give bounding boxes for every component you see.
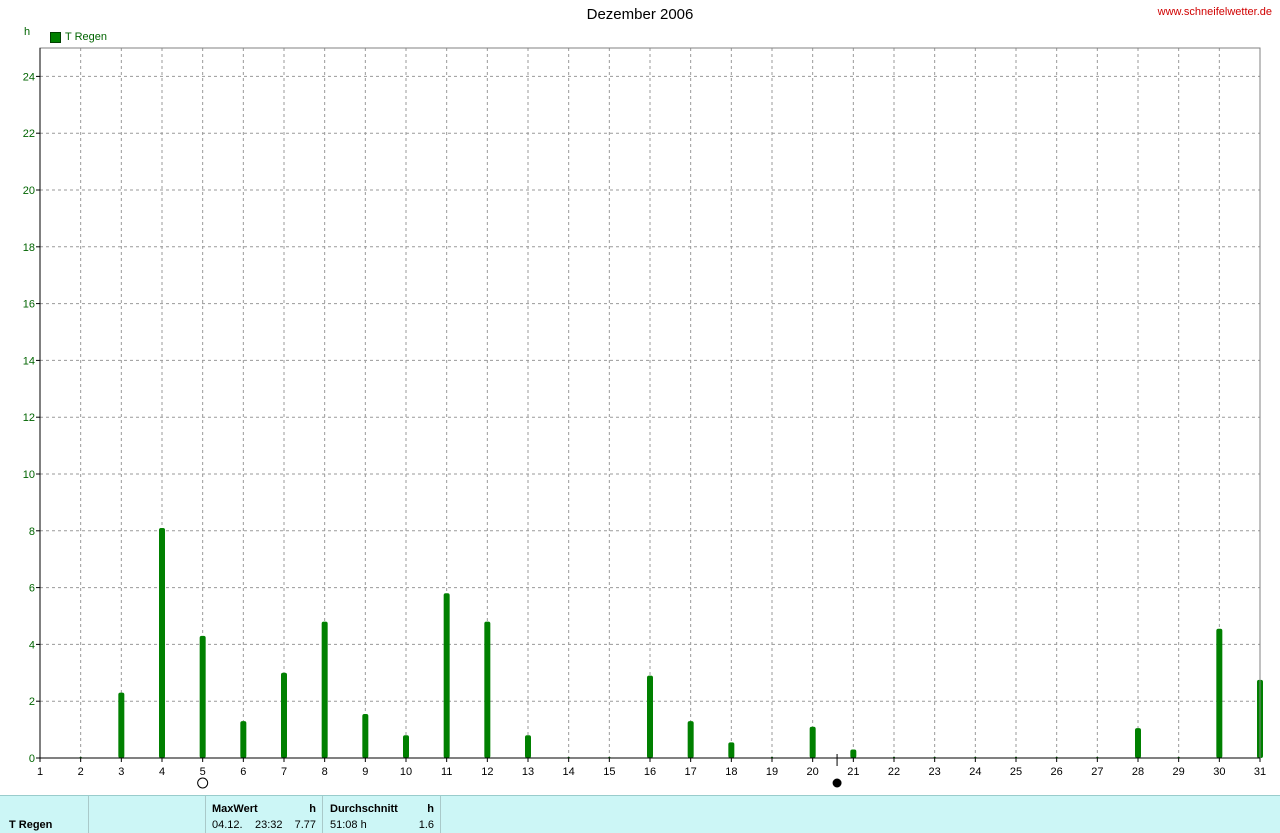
- x-tick-label: 28: [1132, 766, 1144, 778]
- legend-swatch: [50, 31, 61, 43]
- x-tick-label: 31: [1254, 766, 1266, 778]
- x-tick-label: 26: [1051, 766, 1063, 778]
- legend-label: T Regen: [65, 31, 107, 43]
- x-tick-label: 18: [725, 766, 737, 778]
- x-tick-label: 29: [1173, 766, 1185, 778]
- x-tick-label: 27: [1091, 766, 1103, 778]
- y-tick-label: 22: [23, 128, 35, 140]
- x-tick-label: 3: [118, 766, 124, 778]
- x-tick-label: 15: [603, 766, 615, 778]
- x-tick-label: 9: [362, 766, 368, 778]
- y-tick-label: 14: [23, 355, 35, 367]
- x-tick-label: 2: [78, 766, 84, 778]
- x-tick-label: 10: [400, 766, 412, 778]
- x-tick-label: 16: [644, 766, 656, 778]
- axes: [36, 47, 1261, 762]
- bars: [79, 527, 1263, 758]
- y-tick-label: 8: [29, 526, 35, 538]
- y-tick-label: 0: [29, 753, 35, 765]
- footer-max-cell: MaxWert h 04.12. 23:32 7.77: [206, 796, 323, 833]
- x-tick-label: 5: [200, 766, 206, 778]
- x-tick-label: 19: [766, 766, 778, 778]
- y-tick-label: 12: [23, 412, 35, 424]
- footer-avg-total: 51:08 h: [330, 819, 367, 831]
- bar-day-13: [525, 735, 531, 758]
- bar-day-10: [403, 735, 409, 758]
- bar-day-16: [647, 675, 653, 758]
- x-tick-label: 22: [888, 766, 900, 778]
- y-tick-label: 16: [23, 299, 35, 311]
- bar-day-20: [809, 726, 816, 758]
- bar-day-7: [281, 672, 287, 758]
- x-tick-label: 14: [563, 766, 575, 778]
- bar-day-21: [850, 749, 857, 758]
- bar-day-4: [159, 527, 165, 758]
- footer-max-value: 7.77: [294, 819, 316, 831]
- x-tick-label: 4: [159, 766, 165, 778]
- x-tick-label: 24: [969, 766, 981, 778]
- x-tick-label: 7: [281, 766, 287, 778]
- footer-series-cell: T Regen: [0, 796, 89, 833]
- bar-day-8: [321, 621, 328, 758]
- summary-footer: T Regen MaxWert h 04.12. 23:32 7.77 Durc…: [0, 795, 1280, 833]
- x-tick-label: 1: [37, 766, 43, 778]
- footer-max-header: MaxWert: [212, 803, 258, 815]
- y-tick-label: 18: [23, 242, 35, 254]
- footer-avg-header: Durchschnitt: [330, 803, 398, 815]
- moon-phases: [197, 754, 842, 789]
- new-moon-icon: [832, 778, 842, 788]
- legend: T Regen: [50, 31, 107, 43]
- footer-max-time: 23:32: [255, 819, 283, 831]
- bar-day-6: [240, 721, 247, 758]
- bar-day-30: [1216, 628, 1223, 758]
- bar-day-28: [1135, 728, 1141, 758]
- x-tick-label: 11: [441, 766, 452, 778]
- grid-lines: [40, 48, 1261, 758]
- footer-avg-unit: h: [427, 803, 434, 815]
- rain-hours-chart: 0246810121416182022241 2 3 4 5 6 7 8 9 10 11 12 13 14…: [23, 47, 1266, 789]
- x-tick-label: 6: [240, 766, 246, 778]
- bar-day-18: [728, 742, 735, 758]
- x-tick-label: 30: [1213, 766, 1225, 778]
- x-tick-label: 21: [847, 766, 859, 778]
- x-tick-label: 17: [685, 766, 697, 778]
- footer-avg-value: 1.6: [418, 819, 434, 831]
- bar-day-5: [199, 635, 206, 758]
- x-tick-label: 25: [1010, 766, 1022, 778]
- chart-title: Dezember 2006: [586, 6, 694, 23]
- x-tick-label: 13: [522, 766, 534, 778]
- bar-day-11: [443, 593, 450, 758]
- y-tick-label: 20: [23, 185, 35, 197]
- y-tick-label: 10: [23, 469, 35, 481]
- y-tick-label: 6: [29, 583, 35, 595]
- y-tick-label: 24: [23, 71, 35, 83]
- x-tick-label: 23: [929, 766, 941, 778]
- y-tick-label: 2: [29, 696, 35, 708]
- tick-labels: 0246810121416182022241 2 3 4 5 6 7 8 9 10 11 12 13 14…: [23, 71, 1266, 778]
- bar-day-17: [687, 721, 694, 758]
- site-link[interactable]: www.schneifelwetter.de: [1158, 6, 1272, 18]
- footer-series-label: T Regen: [9, 819, 53, 831]
- x-tick-label: 12: [481, 766, 493, 778]
- x-tick-label: 20: [807, 766, 819, 778]
- bar-day-3: [118, 692, 125, 758]
- footer-max-date: 04.12.: [212, 819, 243, 831]
- footer-avg-cell: Durchschnitt h 51:08 h 1.6: [323, 796, 441, 833]
- footer-max-unit: h: [309, 803, 316, 815]
- footer-empty-cell: [89, 796, 206, 833]
- y-axis-unit: h: [24, 26, 31, 38]
- bar-day-12: [484, 621, 491, 758]
- full-moon-icon: [197, 777, 209, 789]
- y-tick-label: 4: [29, 639, 35, 651]
- x-tick-label: 8: [322, 766, 328, 778]
- bar-day-9: [362, 713, 369, 758]
